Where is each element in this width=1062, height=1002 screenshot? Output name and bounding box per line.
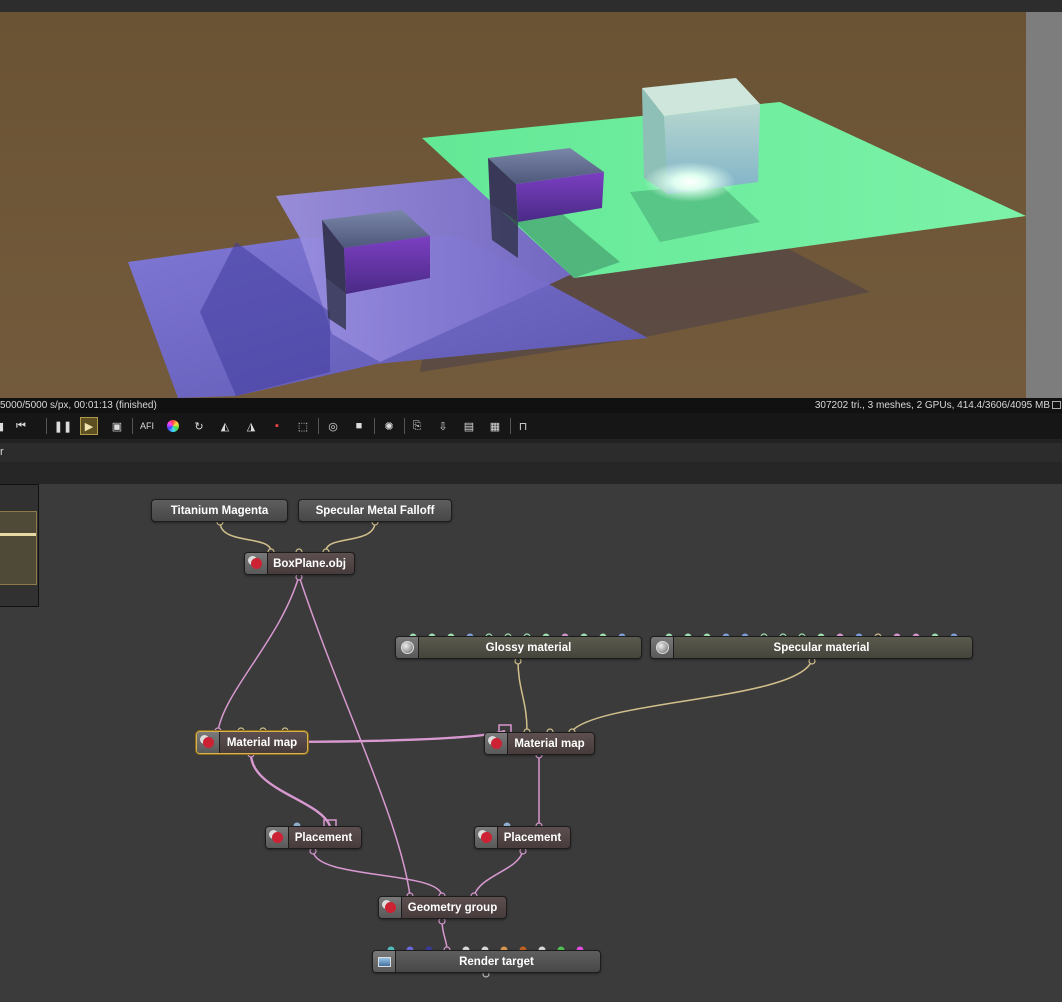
node-label: Placement xyxy=(294,831,353,844)
node-label: Specular material xyxy=(773,641,870,654)
placement-node-icon xyxy=(379,897,402,918)
node-material-map-right[interactable]: Material map xyxy=(484,732,595,755)
node-label: Render target xyxy=(459,955,534,968)
node-render-target[interactable]: Render target xyxy=(372,950,601,973)
app-window: 5000/5000 s/px, 00:01:13 (finished) 3072… xyxy=(0,0,1062,1002)
node-label: Specular Metal Falloff xyxy=(315,504,435,517)
node-placement-right[interactable]: Placement xyxy=(474,826,571,849)
node-label: Placement xyxy=(503,831,562,844)
node-placement-left[interactable]: Placement xyxy=(265,826,362,849)
node-specular-material[interactable]: Specular material xyxy=(650,636,973,659)
node-specular-metal-falloff[interactable]: Specular Metal Falloff xyxy=(298,499,452,522)
placement-node-icon xyxy=(475,827,498,848)
node-geometry-group[interactable]: Geometry group xyxy=(378,896,507,919)
mesh-node-icon xyxy=(197,732,220,753)
render-target-icon xyxy=(373,951,396,972)
node-glossy-material[interactable]: Glossy material xyxy=(395,636,642,659)
material-sphere-icon xyxy=(396,637,419,658)
placement-node-icon xyxy=(266,827,289,848)
node-label: Glossy material xyxy=(485,641,572,654)
node-boxplane-obj[interactable]: BoxPlane.obj xyxy=(244,552,355,575)
material-sphere-icon xyxy=(651,637,674,658)
mesh-node-icon xyxy=(245,553,268,574)
node-label: Titanium Magenta xyxy=(170,504,269,517)
mesh-node-icon xyxy=(485,733,508,754)
node-label: Material map xyxy=(514,737,585,750)
node-label: BoxPlane.obj xyxy=(273,557,346,570)
node-label: Material map xyxy=(226,736,298,749)
node-titanium-magenta[interactable]: Titanium Magenta xyxy=(151,499,288,522)
node-label: Geometry group xyxy=(407,901,498,914)
node-material-map-left[interactable]: Material map xyxy=(196,731,308,754)
